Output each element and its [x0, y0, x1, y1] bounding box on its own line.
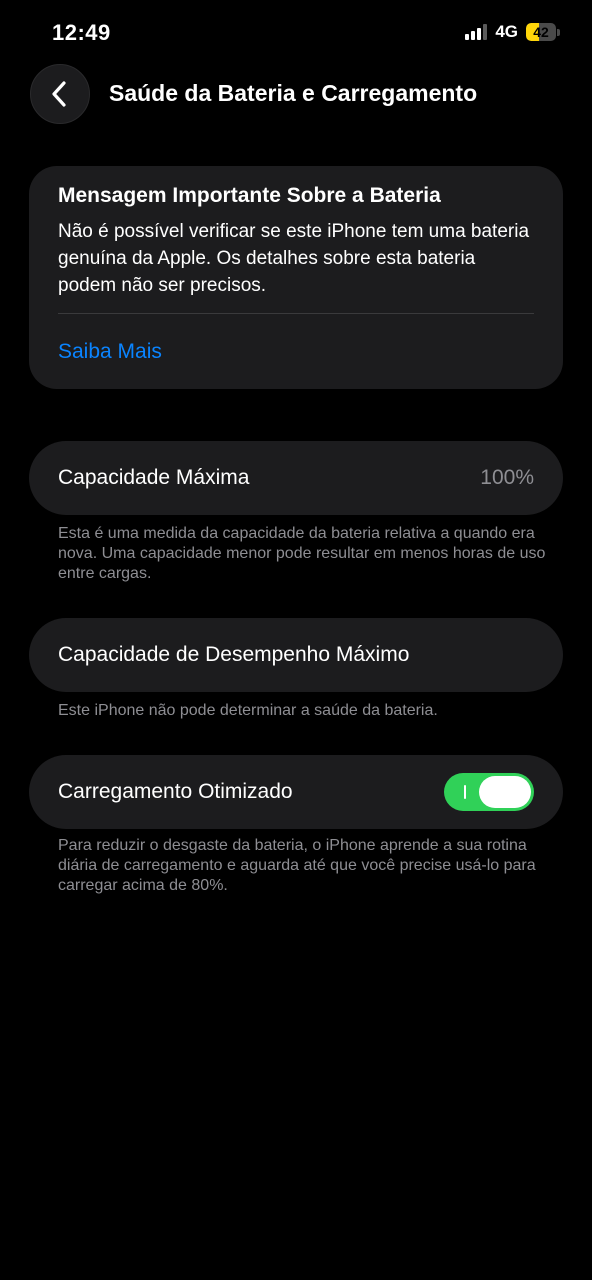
max-capacity-label: Capacidade Máxima: [58, 466, 250, 489]
battery-icon: 42: [526, 23, 560, 41]
peak-performance-label: Capacidade de Desempenho Máximo: [58, 643, 410, 666]
max-capacity-value: 100%: [480, 466, 534, 489]
status-indicators: 4G 42: [465, 22, 560, 42]
optimized-charging-label: Carregamento Otimizado: [58, 780, 293, 803]
optimized-charging-footnote: Para reduzir o desgaste da bateria, o iP…: [58, 837, 536, 894]
learn-more-link[interactable]: Saiba Mais: [58, 340, 162, 364]
chevron-left-icon: [52, 81, 66, 107]
toggle-knob: [479, 776, 531, 808]
max-capacity-row: Capacidade Máxima 100%: [29, 441, 563, 515]
status-time: 12:49: [52, 20, 111, 45]
battery-level: 42: [533, 24, 549, 40]
page-title: Saúde da Bateria e Carregamento: [109, 80, 478, 106]
optimized-charging-toggle[interactable]: [444, 773, 534, 811]
divider: [58, 313, 534, 314]
status-bar: 12:49 4G 42: [0, 0, 592, 66]
peak-performance-row: Capacidade de Desempenho Máximo: [29, 618, 563, 692]
cellular-signal-icon: [465, 24, 488, 40]
battery-message-card: Mensagem Importante Sobre a Bateria Não …: [29, 166, 563, 389]
peak-performance-footnote: Este iPhone não pode determinar a saúde …: [58, 702, 438, 719]
max-capacity-footnote: Esta é uma medida da capacidade da bater…: [58, 525, 546, 582]
optimized-charging-row: Carregamento Otimizado: [29, 755, 563, 829]
network-type-label: 4G: [495, 22, 518, 41]
message-body: Não é possível verificar se este iPhone …: [58, 221, 530, 296]
back-button[interactable]: [30, 64, 90, 124]
message-title: Mensagem Importante Sobre a Bateria: [58, 184, 441, 207]
toggle-on-indicator: [464, 785, 466, 799]
